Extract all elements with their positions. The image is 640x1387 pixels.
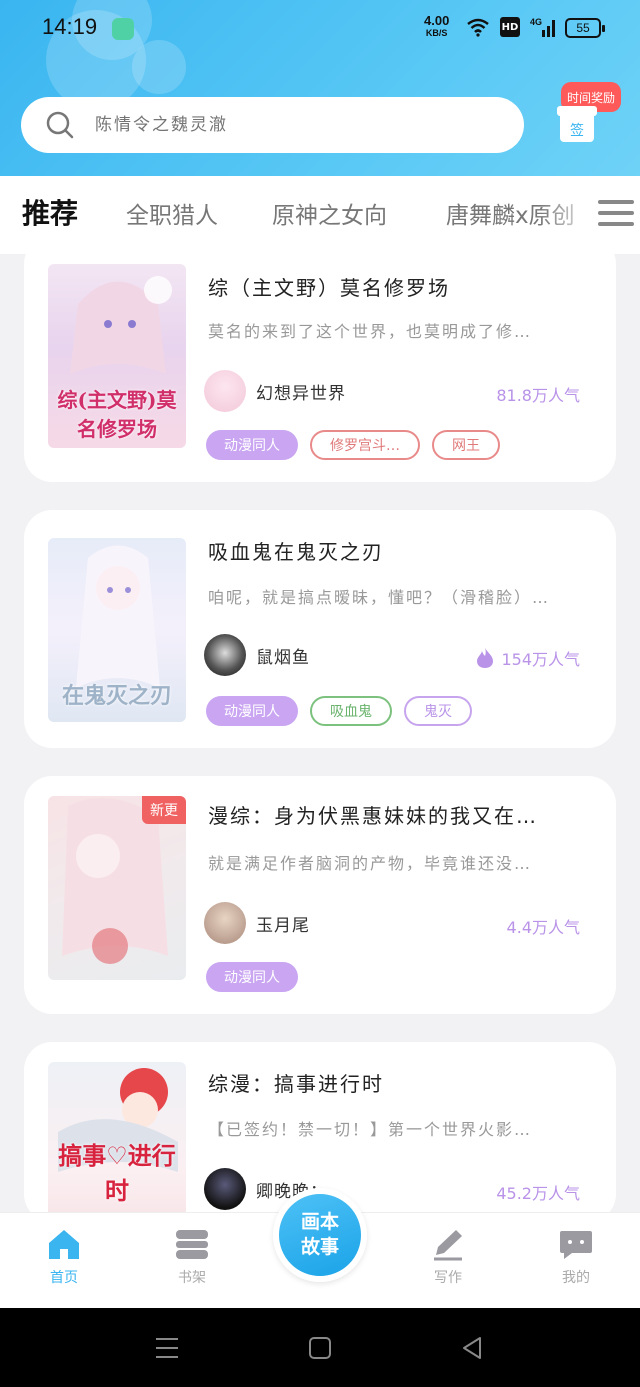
book-author[interactable]: 幻想异世界 [204, 370, 346, 412]
avatar[interactable] [204, 634, 246, 676]
book-title[interactable]: 漫综：身为伏黑惠妹妹的我又在… [208, 800, 592, 829]
book-cover[interactable]: 综(主文野)莫名修罗场 [48, 264, 186, 448]
nav-shelf-label: 书架 [178, 1270, 206, 1286]
search-bar[interactable] [21, 97, 524, 153]
author-name[interactable]: 鼠烟鱼 [256, 643, 310, 668]
book-tag[interactable]: 动漫同人 [206, 430, 298, 460]
status-bar: 14:19 4.00 KB/S HD 4G 55 [0, 0, 640, 56]
cover-title: 在鬼灭之刃 [61, 683, 172, 709]
nav-write-label: 写作 [434, 1270, 462, 1286]
book-tag[interactable]: 鬼灭 [404, 696, 472, 726]
picture-story-button[interactable]: 画本故事 [273, 1188, 367, 1282]
cover-title: 综(主文野)莫名修罗场 [57, 388, 177, 441]
book-description: 咱呢，就是搞点暧昧，懂吧？（滑稽脸）… [208, 588, 551, 607]
book-tag[interactable]: 网王 [432, 430, 500, 460]
popularity: 81.8万人气 [496, 382, 580, 406]
book-tag[interactable]: 吸血鬼 [310, 696, 392, 726]
pen-icon [434, 1230, 462, 1261]
author-name[interactable]: 玉月尾 [256, 911, 310, 936]
book-title[interactable]: 综（主文野）莫名修罗场 [208, 272, 592, 301]
book-cover[interactable]: 搞事♡进行时 [48, 1062, 186, 1222]
popularity: 45.2万人气 [496, 1180, 580, 1204]
book-description: 莫名的来到了这个世界，也莫明成了修… [208, 322, 533, 341]
update-badge: 新更 [142, 796, 186, 824]
book-tags: 动漫同人 [206, 962, 298, 992]
book-title[interactable]: 吸血鬼在鬼灭之刃 [208, 536, 592, 565]
avatar[interactable] [204, 1168, 246, 1210]
book-author[interactable]: 玉月尾 [204, 902, 310, 944]
system-navigation-bar [0, 1308, 640, 1387]
nav-shelf[interactable]: 书架 [152, 1227, 232, 1287]
battery-indicator: 55 [565, 18, 605, 38]
search-input[interactable] [95, 107, 495, 143]
tab-recommend[interactable]: 推荐 [22, 192, 78, 232]
book-card[interactable]: 在鬼灭之刃 吸血鬼在鬼灭之刃 咱呢，就是搞点暧昧，懂吧？（滑稽脸）… 鼠烟鱼 1… [24, 510, 616, 748]
book-tags: 动漫同人 吸血鬼 鬼灭 [206, 696, 472, 726]
nav-write[interactable]: 写作 [408, 1227, 488, 1287]
nav-mine-label: 我的 [562, 1270, 590, 1286]
status-icons: HD 4G [466, 16, 558, 38]
gift-icon[interactable]: 签 [557, 106, 597, 142]
popularity-value: 81.8万人气 [496, 386, 580, 405]
hd-icon: HD [500, 17, 520, 37]
wifi-icon [467, 18, 489, 37]
search-icon[interactable] [45, 110, 75, 140]
svg-text:4G: 4G [530, 17, 542, 27]
nav-mine[interactable]: 我的 [536, 1227, 616, 1287]
home-icon [49, 1230, 79, 1259]
recent-apps-icon[interactable] [154, 1336, 180, 1360]
popularity: 4.4万人气 [507, 914, 580, 938]
speed-value: 4.00 [424, 13, 450, 28]
sign-in-reward[interactable]: 时间奖励 签 [556, 82, 626, 152]
chat-bubble-icon [560, 1231, 592, 1259]
book-title[interactable]: 综漫：搞事进行时 [208, 1068, 592, 1097]
book-cover[interactable]: 在鬼灭之刃 [48, 538, 186, 722]
tab-hunter-x-hunter[interactable]: 全职猎人 [126, 196, 218, 230]
author-name[interactable]: 幻想异世界 [256, 379, 346, 404]
nav-home-label: 首页 [50, 1270, 78, 1286]
app-notification-icon [112, 18, 134, 40]
book-description: 【已签约！禁一切！】第一个世界火影… [208, 1120, 533, 1139]
book-description: 就是满足作者脑洞的产物，毕竟谁还没… [208, 854, 533, 873]
book-cover[interactable]: 新更 [48, 796, 186, 980]
popularity-value: 4.4万人气 [506, 918, 580, 937]
header: 14:19 4.00 KB/S HD 4G 55 陈情令之魏灵澈 时间奖励 签 [0, 0, 640, 176]
book-tag[interactable]: 动漫同人 [206, 962, 298, 992]
book-card[interactable]: 综(主文野)莫名修罗场 综（主文野）莫名修罗场 莫名的来到了这个世界，也莫明成了… [24, 236, 616, 482]
home-button-icon[interactable] [308, 1336, 332, 1360]
signal-icon: 4G [530, 17, 555, 37]
book-tag[interactable]: 修罗宫斗… [310, 430, 420, 460]
avatar[interactable] [204, 370, 246, 412]
bookshelf-icon [176, 1230, 208, 1259]
book-card[interactable]: 新更 漫综：身为伏黑惠妹妹的我又在… 就是满足作者脑洞的产物，毕竟谁还没… 玉月… [24, 776, 616, 1014]
status-time: 14:19 [42, 14, 98, 39]
menu-icon[interactable] [598, 200, 634, 230]
book-tag[interactable]: 动漫同人 [206, 696, 298, 726]
flame-icon [477, 648, 494, 668]
avatar[interactable] [204, 902, 246, 944]
popularity-value: 45.2万人气 [496, 1184, 580, 1203]
tab-genshin[interactable]: 原神之女向 [272, 196, 387, 230]
popularity: 154万人气 [475, 646, 580, 670]
network-speed: 4.00 KB/S [424, 14, 449, 40]
book-tags: 动漫同人 修罗宫斗… 网王 [206, 430, 500, 460]
popularity-value: 154万人气 [501, 650, 580, 669]
book-author[interactable]: 鼠烟鱼 [204, 634, 310, 676]
nav-home[interactable]: 首页 [24, 1227, 104, 1287]
cover-title: 搞事♡进行时 [58, 1141, 176, 1205]
back-icon[interactable] [460, 1336, 484, 1360]
speed-unit: KB/S [425, 28, 448, 38]
